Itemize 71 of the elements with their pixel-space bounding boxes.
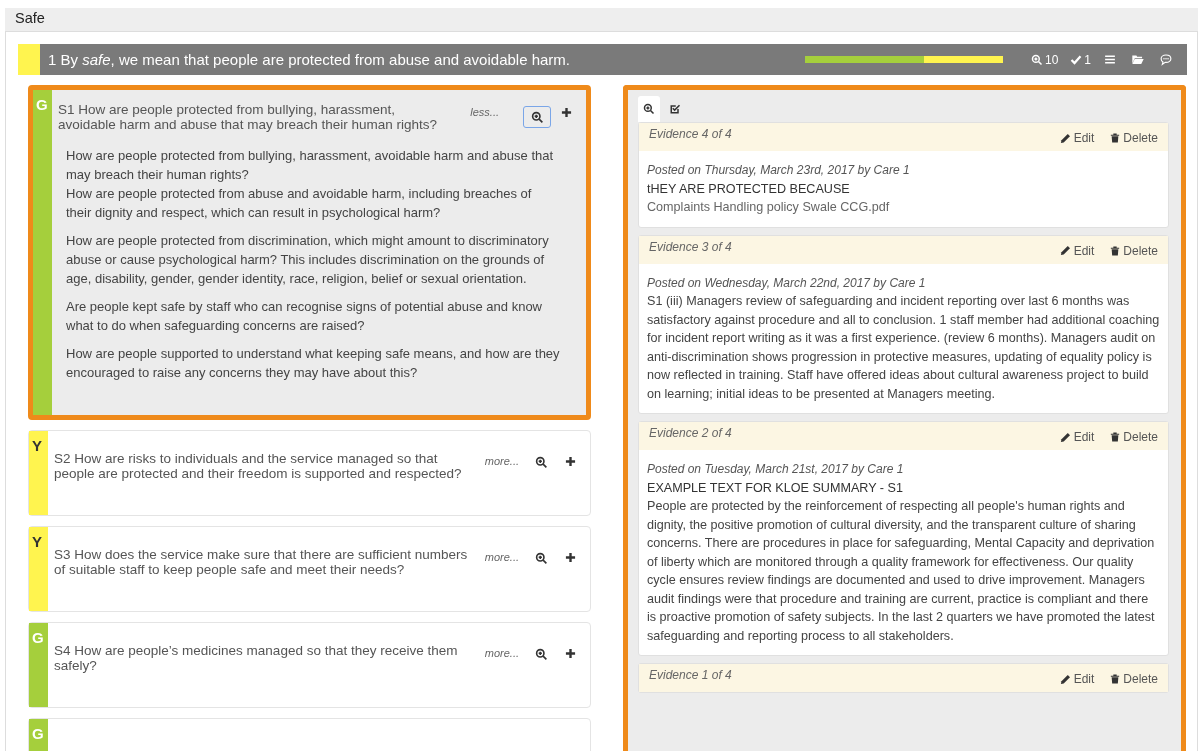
rating-letter: G — [35, 95, 49, 113]
posted-line: Posted on Thursday, March 23rd, 2017 by Care 1 — [647, 162, 911, 179]
zoom-icon — [534, 647, 548, 661]
prompt-text: How are people supported to understand what keeping safe means, and how are they encouraged to raise any concerns they may have about this? — [66, 345, 560, 382]
check-icon — [1070, 53, 1083, 66]
checklist-icon — [669, 103, 681, 115]
delete-link[interactable]: Delete — [1110, 243, 1158, 258]
posted-line: Posted on Tuesday, March 21st, 2017 by Care 1 — [647, 461, 905, 478]
list-icon[interactable] — [1103, 53, 1117, 66]
evidence-label: Evidence 2 of 4 — [649, 426, 733, 440]
edit-link[interactable]: Edit — [1059, 243, 1095, 258]
prompt-text: Are people kept safe by staff who can recognise signs of potential abuse and know what to do when safeguarding concerns are raised? — [66, 298, 543, 335]
trash-icon — [1110, 132, 1121, 144]
question-text: S2 How are risks to individuals and the service managed so that people are protected and their freedom is supported and respected? — [54, 451, 463, 481]
prompt-text: How are people protected from abuse and avoidable harm, including breaches of their dignity and respect, which can result in psychological harm? — [66, 185, 533, 222]
prompt-text: How are people protected from bullying, harassment, avoidable harm and abuse that may breach their human rights? — [66, 147, 555, 184]
add-icon[interactable] — [565, 456, 576, 467]
evidence-heading: tHEY ARE PROTECTED BECAUSE — [647, 180, 851, 198]
evidence-label: Evidence 4 of 4 — [649, 127, 733, 141]
domain-title: 1 By safe, we mean that people are protected from abuse and avoidable harm. — [48, 51, 571, 68]
rating-letter: Y — [31, 436, 43, 454]
edit-link[interactable]: Edit — [1059, 430, 1095, 444]
add-icon[interactable] — [561, 107, 572, 118]
section-title: Safe — [15, 10, 45, 26]
delete-link[interactable]: Delete — [1110, 672, 1158, 686]
zoom-button[interactable] — [523, 106, 551, 128]
trash-icon — [1110, 431, 1121, 443]
evidence-label: Evidence 1 of 4 — [649, 668, 733, 682]
attachment-link[interactable]: Complaints Handling policy Swale CCG.pdf — [647, 198, 1160, 217]
trash-icon — [1110, 244, 1121, 257]
pencil-icon — [1059, 132, 1071, 144]
evidence-heading: EXAMPLE TEXT FOR KLOE SUMMARY - S1 — [647, 479, 904, 497]
evidence-tab[interactable] — [638, 96, 660, 122]
toggle-link[interactable]: more... — [484, 647, 519, 659]
posted-line: Posted on Wednesday, March 22nd, 2017 by Care 1 — [647, 274, 927, 292]
zoom-icon — [534, 551, 548, 565]
zoom-icon — [643, 103, 655, 115]
evidence-count-button[interactable]: 10 — [1030, 52, 1059, 67]
rating-letter: G — [31, 628, 45, 646]
edit-link[interactable]: Edit — [1059, 672, 1095, 686]
question-text: S3 How does the service make sure that there are sufficient numbers of suitable staff to keep people safe and meet their needs? — [54, 547, 469, 577]
pencil-icon — [1059, 673, 1071, 685]
delete-link[interactable]: Delete — [1110, 430, 1158, 444]
toggle-link[interactable]: more... — [484, 455, 519, 467]
zoom-icon — [530, 110, 544, 124]
checked-count-button[interactable]: 1 — [1070, 52, 1091, 67]
question-card[interactable]: Y S2 How are risks to individuals and the service managed so that people are protected and their freedom is supported and respected? more... — [28, 430, 591, 516]
add-icon[interactable] — [565, 648, 576, 659]
pencil-icon — [1059, 431, 1071, 443]
evidence-text: People are protected by the reinforcement of respecting all people's human rights and dignity, the positive promotion of cultural diversity, and the transparent culture of sharing concerns. There are procedures in place for safeguarding, Mental Capacity and deprivation of liberty which are monitored through a quality framework for effectiveness. Our quality cycle ensures review findings are documented and used to drive improvement. Managers audit findings were that procedure and training are current, practice is compliant and there is proactive promotion of safety subjects. In the last 2 quarters we have promoted the latest safeguarding and reporting process to all stakeholders. — [647, 498, 1156, 645]
evidence-text: S1 (iii) Managers review of safeguarding and incident reporting over last 6 months was satisfactory against procedure and all to conclusion. 1 staff member had additional coaching for incident report writing as it was a first experience. (review 6 months). Managers audit on anti-discrimination shows progression in protective measures, updating of equality policy is now reflected in training. Staff have offered ideas about cultural awareness project to build on learning; initial ideas to be presented at Managers meeting. — [647, 293, 1160, 403]
zoom-icon — [534, 455, 548, 469]
question-card[interactable]: G S4 How are people’s medicines managed so that they receive them safely? more... — [28, 622, 591, 708]
prompt-text: How are people protected from discrimination, which might amount to discriminatory abuse or cause psychological harm? This includes discrimination on the grounds of age, disability, gender, gender identity, race, religion, belief or sexual orientation. — [66, 232, 550, 288]
trash-icon — [1110, 673, 1121, 685]
question-card[interactable] — [28, 85, 591, 420]
rating-letter: G — [31, 724, 45, 742]
delete-link[interactable]: Delete — [1110, 131, 1158, 145]
edit-link[interactable]: Edit — [1059, 131, 1095, 145]
question-card[interactable]: Y S3 How does the service make sure that there are sufficient numbers of suitable staff to keep people safe and meet their needs? more... — [28, 526, 591, 612]
comment-icon[interactable] — [1159, 53, 1173, 66]
question-text: S4 How are people’s medicines managed so that they receive them safely? — [54, 643, 459, 673]
add-icon[interactable] — [565, 552, 576, 563]
search-icon — [1030, 53, 1043, 66]
pencil-icon — [1059, 245, 1071, 256]
question-text: S1 How are people protected from bullying, harassment, avoidable harm and abuse that may breach their human rights? — [58, 102, 438, 132]
folder-icon[interactable] — [1131, 53, 1145, 66]
toggle-link[interactable]: less... — [470, 106, 499, 118]
evidence-label: Evidence 3 of 4 — [649, 239, 733, 254]
rating-letter: Y — [31, 532, 43, 550]
toggle-link[interactable]: more... — [484, 551, 519, 563]
